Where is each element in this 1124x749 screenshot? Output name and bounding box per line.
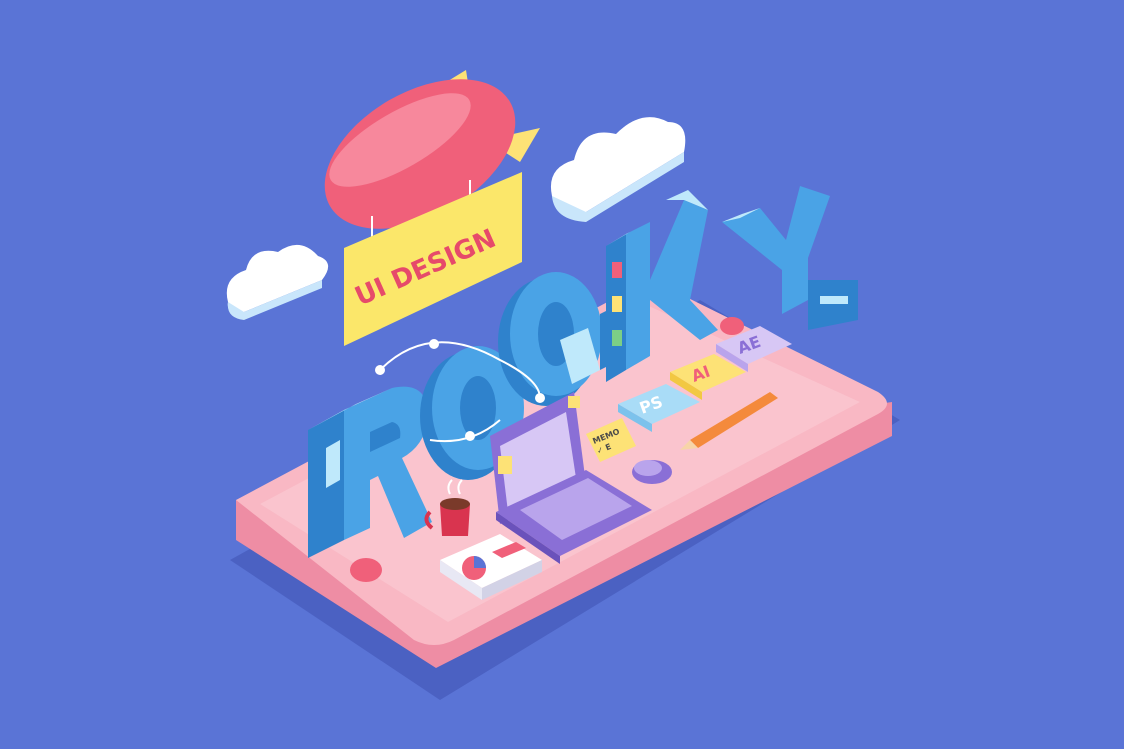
home-button	[350, 558, 382, 582]
isometric-illustration: UI DESIGN PS AI AE MEMO ✓ E	[0, 0, 1124, 749]
bookshelf-icon	[612, 262, 622, 346]
mouse-icon	[632, 460, 672, 484]
camera-dot	[720, 317, 744, 335]
